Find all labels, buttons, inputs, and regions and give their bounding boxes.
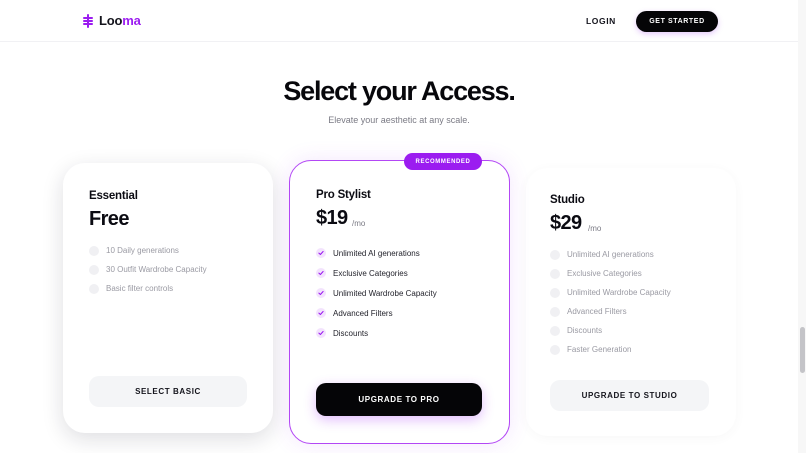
- plan-price: $19: [316, 207, 348, 229]
- list-item: Basic filter controls: [89, 279, 207, 298]
- check-icon: [316, 268, 326, 278]
- list-item: Advanced Filters: [316, 303, 437, 323]
- scrollbar[interactable]: [798, 0, 806, 453]
- list-item: Unlimited AI generations: [316, 243, 437, 263]
- logo-text: Looma: [99, 13, 141, 28]
- check-icon: [550, 344, 560, 355]
- list-item: Faster Generation: [550, 340, 671, 359]
- list-item: Discounts: [316, 323, 437, 343]
- list-item: Discounts: [550, 321, 671, 340]
- recommended-badge: RECOMMENDED: [404, 153, 482, 170]
- plan-name: Essential: [89, 190, 138, 202]
- list-item: Unlimited AI generations: [550, 245, 671, 264]
- plan-price: $29: [550, 212, 582, 234]
- upgrade-to-pro-button[interactable]: UPGRADE TO PRO: [316, 383, 482, 416]
- list-item: 30 Outfit Wardrobe Capacity: [89, 260, 207, 279]
- feature-list: Unlimited AI generations Exclusive Categ…: [550, 245, 671, 359]
- check-icon: [550, 268, 560, 279]
- check-icon: [550, 287, 560, 298]
- check-icon: [89, 264, 99, 275]
- check-icon: [89, 283, 99, 294]
- check-icon: [550, 325, 560, 336]
- feature-list: 10 Daily generations 30 Outfit Wardrobe …: [89, 241, 207, 298]
- logo-icon: [83, 13, 93, 28]
- upgrade-to-studio-button[interactable]: UPGRADE TO STUDIO: [550, 380, 709, 411]
- list-item: Advanced Filters: [550, 302, 671, 321]
- logo[interactable]: Looma: [83, 13, 141, 28]
- list-item: Unlimited Wardrobe Capacity: [316, 283, 437, 303]
- check-icon: [316, 328, 326, 338]
- page-title: Select your Access.: [283, 76, 516, 106]
- list-item: Exclusive Categories: [550, 264, 671, 283]
- plan-price: Free: [89, 208, 129, 230]
- list-item: 10 Daily generations: [89, 241, 207, 260]
- select-basic-button[interactable]: SELECT BASIC: [89, 376, 247, 407]
- scrollbar-thumb[interactable]: [800, 327, 805, 373]
- check-icon: [316, 288, 326, 298]
- get-started-button[interactable]: GET STARTED: [636, 11, 718, 32]
- check-icon: [316, 308, 326, 318]
- feature-list: Unlimited AI generations Exclusive Categ…: [316, 243, 437, 343]
- list-item: Unlimited Wardrobe Capacity: [550, 283, 671, 302]
- check-icon: [550, 249, 560, 260]
- top-nav: Looma LOGIN GET STARTED: [0, 0, 806, 42]
- plan-period: /mo: [352, 219, 366, 228]
- check-icon: [316, 248, 326, 258]
- login-link[interactable]: LOGIN: [586, 16, 616, 26]
- check-icon: [550, 306, 560, 317]
- plan-name: Pro Stylist: [316, 189, 371, 201]
- page-subtitle: Elevate your aesthetic at any scale.: [328, 115, 470, 125]
- plan-name: Studio: [550, 194, 585, 206]
- plan-period: /mo: [588, 224, 602, 233]
- list-item: Exclusive Categories: [316, 263, 437, 283]
- check-icon: [89, 245, 99, 256]
